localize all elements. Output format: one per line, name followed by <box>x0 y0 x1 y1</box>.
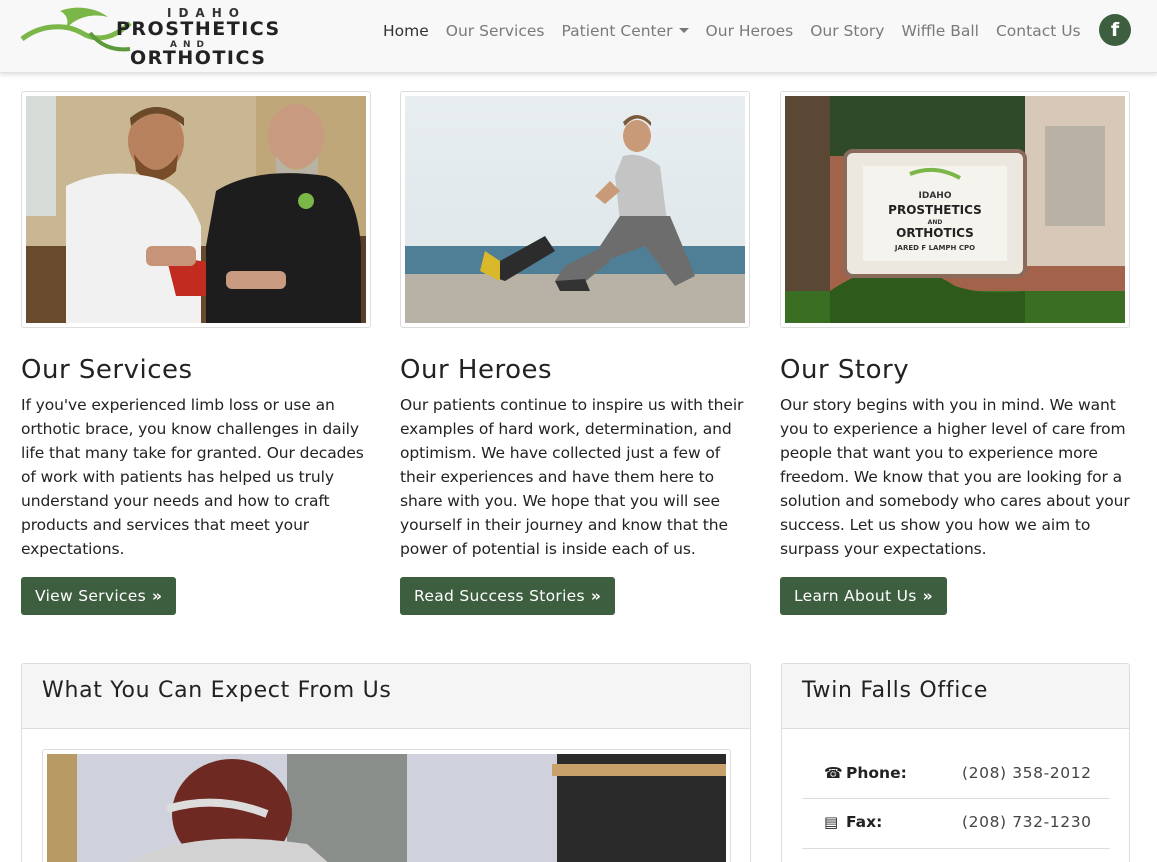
brand-line4: ORTHOTICS <box>130 47 267 69</box>
story-title: Our Story <box>780 355 910 385</box>
services-text: If you've experienced limb loss or use a… <box>21 395 364 558</box>
sign-line2: PROSTHETICS <box>888 203 982 217</box>
fax-label: Fax: <box>846 813 883 831</box>
learn-about-us-label: Learn About Us <box>794 587 917 605</box>
double-chevron-right-icon: » <box>151 587 163 605</box>
nav-home[interactable]: Home <box>383 22 429 40</box>
sign-line3: AND <box>928 219 943 226</box>
phone-icon: ☎ <box>824 764 843 782</box>
divider <box>802 848 1110 849</box>
services-image[interactable] <box>21 91 371 328</box>
heroes-photo <box>405 96 745 323</box>
services-card: Our Services If you've experienced limb … <box>21 91 371 615</box>
brand-line2: PROSTHETICS <box>116 18 281 40</box>
chevron-down-icon <box>678 28 689 33</box>
sign-line5: JARED F LAMPH CPO <box>894 244 975 252</box>
services-title: Our Services <box>21 355 193 385</box>
brand-logo[interactable]: IDAHO PROSTHETICS AND ORTHOTICS <box>20 3 300 69</box>
office-panel-title: Twin Falls Office <box>782 664 1129 729</box>
nav-wiffle-ball[interactable]: Wiffle Ball <box>901 22 979 40</box>
nav-contact-us[interactable]: Contact Us <box>996 22 1081 40</box>
expect-image <box>42 749 731 862</box>
facebook-icon[interactable]: f <box>1099 14 1131 46</box>
fax-icon: ▤ <box>824 813 839 831</box>
learn-about-us-button[interactable]: Learn About Us » <box>780 577 947 615</box>
phone-row: ☎ Phone: (208) 358-2012 <box>802 748 1110 798</box>
phone-label: Phone: <box>846 764 907 782</box>
heroes-title: Our Heroes <box>400 355 553 385</box>
heroes-card: Our Heroes Our patients continue to insp… <box>400 91 750 615</box>
story-image[interactable]: IDAHO PROSTHETICS AND ORTHOTICS JARED F … <box>780 91 1130 328</box>
services-photo <box>26 96 366 323</box>
nav-our-heroes[interactable]: Our Heroes <box>706 22 794 40</box>
story-text: Our story begins with you in mind. We wa… <box>780 395 1130 558</box>
nav-patient-center-label: Patient Center <box>561 22 673 40</box>
nav-our-story[interactable]: Our Story <box>810 22 884 40</box>
expect-panel: What You Can Expect From Us <box>21 663 751 862</box>
story-photo: IDAHO PROSTHETICS AND ORTHOTICS JARED F … <box>785 96 1125 323</box>
expect-panel-title: What You Can Expect From Us <box>22 664 750 729</box>
double-chevron-right-icon: » <box>590 587 602 605</box>
view-services-button[interactable]: View Services » <box>21 577 177 615</box>
heroes-text: Our patients continue to inspire us with… <box>400 395 744 558</box>
read-success-stories-label: Read Success Stories <box>414 587 585 605</box>
heroes-image[interactable] <box>400 91 750 328</box>
story-card: IDAHO PROSTHETICS AND ORTHOTICS JARED F … <box>780 91 1130 615</box>
fax-number: (208) 732-1230 <box>962 813 1092 831</box>
sign-line1: IDAHO <box>919 191 952 201</box>
nav-patient-center[interactable]: Patient Center <box>561 22 689 40</box>
main-nav: Home Our Services Patient Center Our Her… <box>383 22 1081 40</box>
fax-row: ▤ Fax: (208) 732-1230 <box>802 797 1110 847</box>
expect-photo <box>47 754 726 862</box>
view-services-label: View Services <box>35 587 146 605</box>
read-success-stories-button[interactable]: Read Success Stories » <box>400 577 616 615</box>
sign-line4: ORTHOTICS <box>896 226 974 240</box>
double-chevron-right-icon: » <box>922 587 933 605</box>
nav-our-services[interactable]: Our Services <box>446 22 545 40</box>
office-panel: Twin Falls Office ☎ Phone: (208) 358-2012… <box>781 663 1130 862</box>
phone-number[interactable]: (208) 358-2012 <box>962 764 1092 782</box>
navbar: IDAHO PROSTHETICS AND ORTHOTICS Home Our… <box>0 0 1157 73</box>
